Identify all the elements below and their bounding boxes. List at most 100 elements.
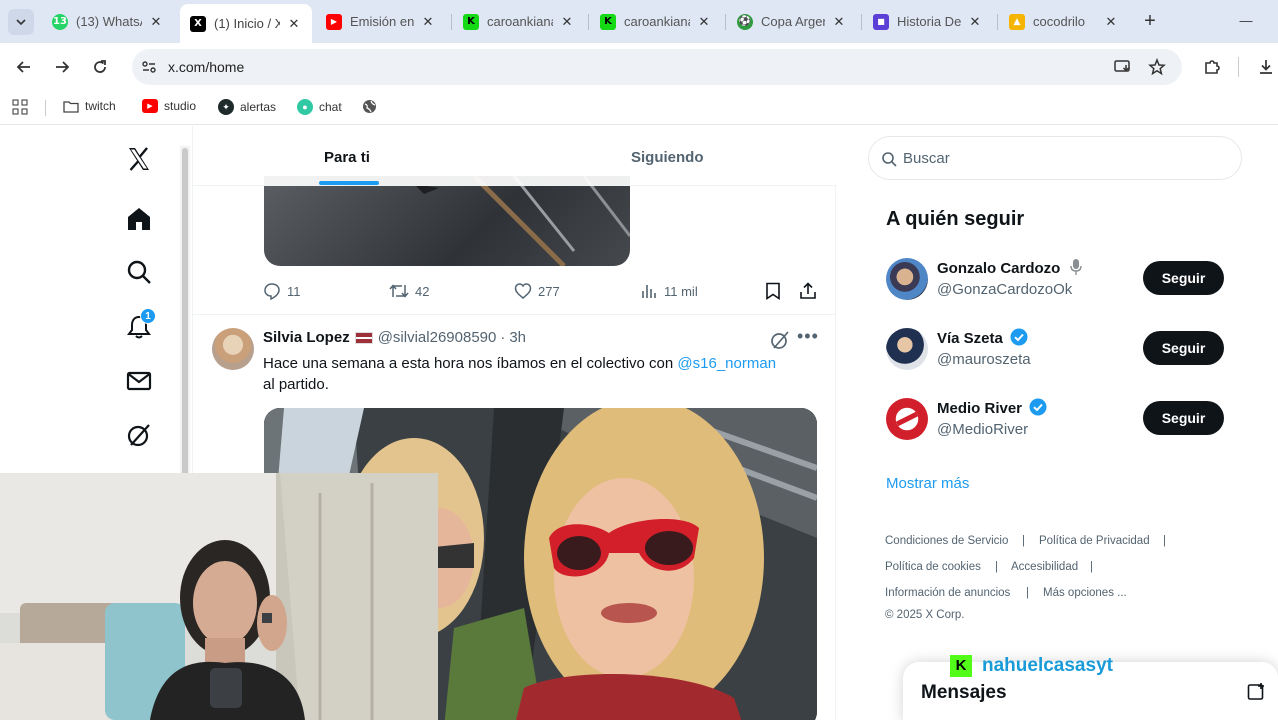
back-button[interactable] (10, 53, 38, 81)
address-bar[interactable]: x.com/home (132, 49, 1182, 85)
follow-suggestion[interactable]: Vía Szeta @mauroszeta Seguir (886, 326, 1236, 376)
close-icon[interactable]: ✕ (148, 14, 164, 30)
tab-para-ti[interactable]: Para ti (324, 149, 370, 166)
more-options-icon[interactable]: ••• (797, 326, 819, 347)
footer-divider: | (1022, 535, 1025, 547)
suggestion-name[interactable]: Vía Szeta (937, 328, 1028, 347)
tweet-separator (192, 314, 836, 315)
close-icon[interactable]: ✕ (696, 14, 712, 30)
nav-notifications[interactable]: 1 (124, 308, 156, 342)
close-icon[interactable]: ✕ (286, 16, 302, 32)
browser-tab-kick-2[interactable]: K caroankiana ✕ (590, 4, 722, 39)
site-settings-icon[interactable] (141, 59, 157, 75)
grok-explain-icon[interactable] (770, 330, 790, 350)
extensions-button[interactable] (1198, 53, 1226, 81)
tweet-author-name[interactable]: Silvia Lopez (263, 329, 350, 346)
reply-icon (264, 283, 280, 300)
reload-button[interactable] (86, 53, 114, 81)
share-icon (800, 282, 816, 299)
suggestion-name-text: Gonzalo Cardozo (937, 260, 1061, 277)
avatar[interactable] (886, 398, 928, 440)
x-logo-link[interactable] (124, 144, 154, 174)
tweet-mention-link[interactable]: @s16_norman (677, 355, 776, 372)
forward-button[interactable] (48, 53, 76, 81)
new-tab-button[interactable]: + (1138, 9, 1162, 33)
video-camera-icon: ■ (873, 13, 889, 30)
bookmark-button[interactable] (765, 282, 787, 300)
apps-grid-button[interactable] (12, 99, 28, 115)
messages-title: Mensajes (921, 682, 1007, 703)
browser-tab-x-home[interactable]: X (1) Inicio / X ✕ (180, 4, 312, 43)
close-icon[interactable]: ✕ (831, 14, 847, 30)
folder-icon (63, 99, 79, 113)
footer-terms-link[interactable]: Condiciones de Servicio (885, 535, 1008, 547)
envelope-icon (126, 371, 152, 391)
browser-tab-youtube[interactable]: ▶ Emisión en directo ✕ (316, 4, 446, 39)
follow-suggestion[interactable]: Gonzalo Cardozo @GonzaCardozoOk Seguir (886, 256, 1236, 306)
bookmark-chat[interactable]: ● chat (297, 99, 342, 115)
footer-more-link[interactable]: Más opciones ... (1043, 587, 1127, 599)
tab-siguiendo[interactable]: Siguiendo (631, 149, 704, 166)
browser-tab-copa[interactable]: ⚽ Copa Argentina ✕ (727, 4, 857, 39)
suggestion-name[interactable]: Medio River (937, 398, 1047, 417)
tweet-author-handle[interactable]: @silvial26908590 (378, 329, 497, 346)
bookmark-alertas[interactable]: ✦ alertas (218, 99, 276, 115)
tweet-time[interactable]: 3h (509, 329, 526, 346)
youtube-icon: ▶ (326, 13, 342, 30)
new-message-icon[interactable] (1247, 682, 1267, 702)
tweet-text-part: al partido. (263, 376, 329, 393)
views-button[interactable]: 11 mil (640, 282, 698, 300)
search-icon (882, 152, 897, 167)
avatar[interactable] (886, 328, 928, 370)
browser-tab-kick-1[interactable]: K caroankiana ✕ (453, 4, 585, 39)
browser-tab-historia[interactable]: ■ Historia De ✕ (863, 4, 993, 39)
chat-username: nahuelcasasyt (982, 655, 1113, 676)
tab-search-button[interactable] (8, 9, 34, 35)
bookmark-twitch[interactable]: twitch (63, 99, 116, 113)
who-to-follow-title: A quién seguir (886, 208, 1025, 230)
downloads-button[interactable] (1252, 53, 1278, 81)
globe-icon (361, 99, 377, 113)
suggestion-handle: @mauroszeta (937, 351, 1031, 368)
close-icon[interactable]: ✕ (1103, 14, 1119, 30)
tab-title: Historia De (897, 14, 961, 29)
nav-explore[interactable] (124, 257, 154, 287)
bookmark-star-icon[interactable] (1148, 58, 1166, 76)
close-icon[interactable]: ✕ (967, 14, 983, 30)
tab-title: Emisión en directo (350, 14, 414, 29)
close-icon[interactable]: ✕ (420, 14, 436, 30)
show-more-link[interactable]: Mostrar más (886, 475, 969, 492)
follow-button[interactable]: Seguir (1143, 261, 1224, 295)
bookmark-icon (766, 282, 780, 300)
suggestion-handle: @GonzaCardozoOk (937, 281, 1073, 298)
footer-cookies-link[interactable]: Política de cookies (885, 561, 981, 573)
share-button[interactable] (799, 282, 823, 300)
follow-button[interactable]: Seguir (1143, 331, 1224, 365)
footer-ads-link[interactable]: Información de anuncios (885, 587, 1010, 599)
nav-grok[interactable] (124, 420, 154, 450)
retweet-icon (389, 284, 409, 298)
reply-count: 11 (287, 283, 301, 299)
reply-button[interactable]: 11 (263, 282, 301, 300)
avatar[interactable] (886, 258, 928, 300)
suggestion-handle: @MedioRiver (937, 421, 1029, 438)
search-input[interactable]: Buscar (868, 136, 1242, 180)
nav-home[interactable] (124, 204, 154, 234)
suggestion-name[interactable]: Gonzalo Cardozo (937, 258, 1083, 277)
nav-messages[interactable] (124, 366, 154, 396)
tweet-avatar[interactable] (212, 328, 254, 370)
follow-suggestion[interactable]: Medio River @MedioRiver Seguir (886, 396, 1236, 446)
footer-privacy-link[interactable]: Política de Privacidad (1039, 535, 1150, 547)
minimize-button[interactable]: — (1236, 9, 1256, 33)
browser-tab-drive[interactable]: ▲ cocodrilo ✕ (999, 4, 1129, 39)
install-app-icon[interactable] (1114, 59, 1132, 75)
browser-tab-whatsapp[interactable]: 13 (13) WhatsApp ✕ (42, 4, 174, 39)
footer-accessibility-link[interactable]: Accesibilidad (1011, 561, 1078, 573)
follow-button[interactable]: Seguir (1143, 401, 1224, 435)
like-button[interactable]: 277 (514, 282, 560, 300)
bookmark-studio[interactable]: ▶ studio (142, 99, 196, 113)
previous-tweet-image[interactable] (264, 176, 630, 266)
bookmark-globe[interactable] (361, 99, 383, 113)
close-icon[interactable]: ✕ (559, 14, 575, 30)
retweet-button[interactable]: 42 (389, 282, 429, 300)
